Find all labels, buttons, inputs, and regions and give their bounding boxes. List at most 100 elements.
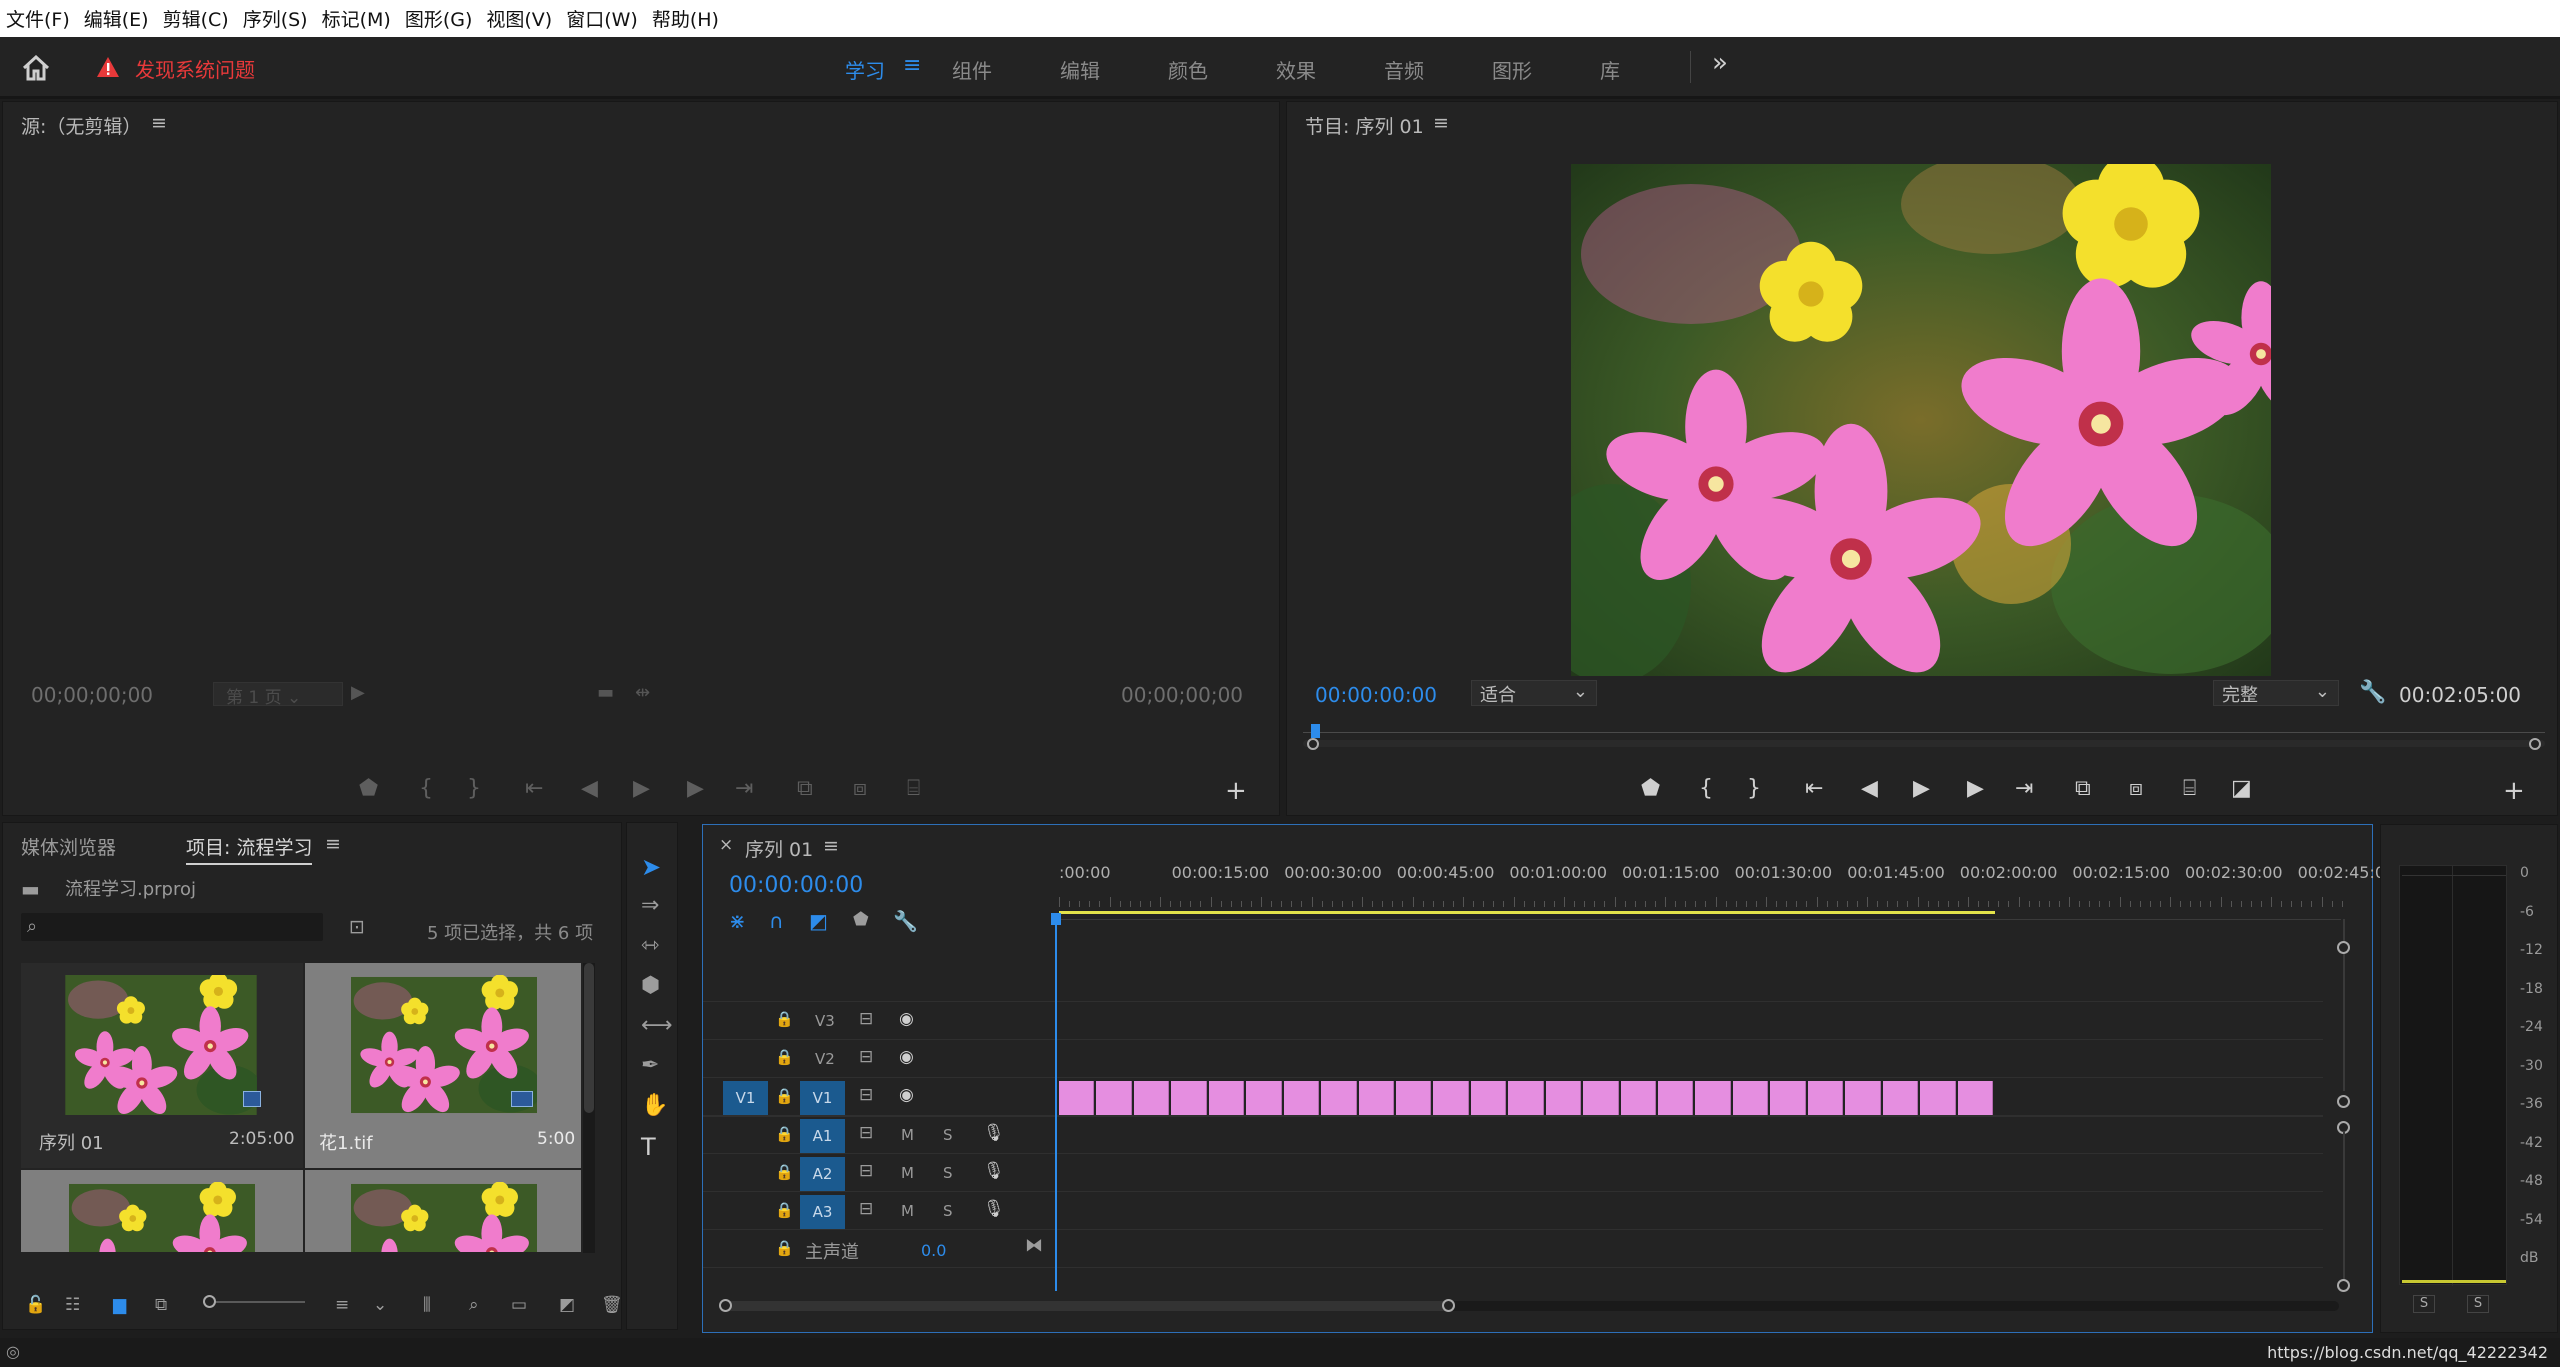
video-clip[interactable] bbox=[1845, 1081, 1881, 1115]
sync-lock-icon[interactable]: ⊟ bbox=[859, 1123, 873, 1143]
mark-out-icon[interactable]: } bbox=[1747, 778, 1761, 800]
sync-lock-icon[interactable]: ⊟ bbox=[859, 1009, 873, 1029]
selection-tool-icon[interactable]: ➤ bbox=[641, 853, 661, 881]
lock-icon[interactable]: 🔒 bbox=[775, 1125, 794, 1143]
solo-left-button[interactable]: S bbox=[2413, 1295, 2435, 1313]
find-icon[interactable]: ⌕ bbox=[469, 1295, 479, 1315]
menu-file[interactable]: 文件(F) bbox=[6, 5, 70, 32]
track-label-v3[interactable]: V3 bbox=[815, 1012, 835, 1030]
go-to-in-icon[interactable]: ⇤ bbox=[525, 778, 543, 800]
new-bin-icon[interactable]: ▭ bbox=[511, 1295, 527, 1315]
video-clip[interactable] bbox=[1583, 1081, 1619, 1115]
video-clip[interactable] bbox=[1321, 1081, 1357, 1115]
mute-button[interactable]: M bbox=[901, 1126, 914, 1144]
microphone-icon[interactable]: 🎙 bbox=[983, 1161, 1005, 1181]
video-clip[interactable] bbox=[1358, 1081, 1394, 1115]
video-clip[interactable] bbox=[1171, 1081, 1207, 1115]
tab-audio[interactable]: 音频 bbox=[1384, 55, 1424, 84]
master-volume-value[interactable]: 0.0 bbox=[921, 1241, 946, 1260]
video-clip[interactable] bbox=[1395, 1081, 1432, 1115]
zoom-slider[interactable] bbox=[203, 1295, 305, 1308]
track-target-a3[interactable]: A3 bbox=[800, 1195, 845, 1229]
home-icon[interactable] bbox=[22, 55, 50, 81]
mark-out-icon[interactable]: } bbox=[467, 778, 481, 800]
new-search-bin-icon[interactable]: ⊡ bbox=[349, 916, 365, 938]
video-clip[interactable] bbox=[1283, 1081, 1320, 1115]
panel-menu-icon[interactable]: ≡ bbox=[1433, 112, 1449, 134]
add-button-icon[interactable]: + bbox=[2503, 778, 2525, 804]
source-patch-v1[interactable]: V1 bbox=[723, 1081, 768, 1115]
video-clip[interactable] bbox=[1658, 1081, 1694, 1115]
track-label-v2[interactable]: V2 bbox=[815, 1050, 835, 1068]
playback-resolution-select[interactable]: 完整 ⌄ bbox=[2213, 680, 2339, 706]
eye-icon[interactable]: ◉ bbox=[899, 1047, 914, 1067]
scroll-handle-left[interactable] bbox=[719, 1299, 732, 1312]
menu-graphics[interactable]: 图形(G) bbox=[405, 5, 473, 32]
menu-clip[interactable]: 剪辑(C) bbox=[163, 5, 229, 32]
zoom-handle-right[interactable] bbox=[2529, 738, 2541, 750]
video-clip[interactable] bbox=[1133, 1081, 1170, 1115]
system-issue-link[interactable]: 发现系统问题 bbox=[135, 54, 255, 83]
hand-tool-icon[interactable]: ✋ bbox=[641, 1093, 668, 1118]
zoom-fit-select[interactable]: 适合 ⌄ bbox=[1471, 680, 1597, 706]
solo-button[interactable]: S bbox=[943, 1202, 953, 1220]
type-tool-icon[interactable]: T bbox=[641, 1133, 656, 1161]
video-clip[interactable] bbox=[1470, 1081, 1507, 1115]
play-icon[interactable]: ▶ bbox=[633, 778, 650, 800]
panel-menu-icon[interactable]: ≡ bbox=[823, 835, 839, 857]
wrench-icon[interactable]: 🔧 bbox=[893, 909, 918, 933]
track-select-tool-icon[interactable]: ⇒ bbox=[641, 893, 659, 918]
menu-edit[interactable]: 编辑(E) bbox=[84, 5, 149, 32]
project-item-image[interactable] bbox=[21, 1170, 303, 1252]
source-monitor-title[interactable]: 源:（无剪辑） bbox=[21, 112, 141, 139]
video-clip[interactable] bbox=[1807, 1081, 1844, 1115]
video-clip[interactable] bbox=[1508, 1081, 1544, 1115]
mark-in-icon[interactable]: { bbox=[419, 778, 433, 800]
program-zoom-bar[interactable] bbox=[1303, 740, 2545, 747]
lock-icon[interactable]: 🔓 bbox=[25, 1295, 46, 1315]
tab-learn[interactable]: 学习 bbox=[845, 55, 885, 84]
video-clip[interactable] bbox=[1732, 1081, 1769, 1115]
sync-lock-icon[interactable]: ⊟ bbox=[859, 1085, 873, 1105]
lock-icon[interactable]: 🔒 bbox=[775, 1010, 794, 1028]
lift-icon[interactable]: ⧉ bbox=[2075, 778, 2091, 800]
step-back-icon[interactable]: ◀ bbox=[1861, 778, 1878, 800]
master-go-to-icon[interactable]: ⧓ bbox=[1025, 1235, 1043, 1256]
export-frame-icon[interactable]: ⌸ bbox=[2183, 778, 2196, 800]
go-to-out-icon[interactable]: ⇥ bbox=[2015, 778, 2033, 800]
source-dropdown-icon[interactable]: ▬ bbox=[597, 684, 614, 702]
sync-lock-icon[interactable]: ⊟ bbox=[859, 1161, 873, 1181]
sync-lock-icon[interactable]: ⊟ bbox=[859, 1047, 873, 1067]
track-target-v1[interactable]: V1 bbox=[800, 1081, 845, 1115]
video-clip[interactable] bbox=[1882, 1081, 1919, 1115]
close-icon[interactable]: × bbox=[719, 835, 733, 855]
lock-icon[interactable]: 🔒 bbox=[775, 1239, 794, 1257]
go-to-in-icon[interactable]: ⇤ bbox=[1805, 778, 1823, 800]
timeline-timecode[interactable]: 00:00:00:00 bbox=[729, 873, 863, 898]
track-target-a2[interactable]: A2 bbox=[800, 1157, 845, 1191]
play-icon[interactable]: ▶ bbox=[1913, 778, 1930, 800]
microphone-icon[interactable]: 🎙 bbox=[983, 1199, 1005, 1219]
project-item-image[interactable]: 花1.tif 5:00 bbox=[305, 963, 581, 1168]
tab-color[interactable]: 颜色 bbox=[1168, 55, 1208, 84]
marker-icon[interactable]: ⬟ bbox=[1641, 778, 1660, 800]
extract-icon[interactable]: ⧈ bbox=[2129, 778, 2143, 800]
step-back-icon[interactable]: ◀ bbox=[581, 778, 598, 800]
video-clip[interactable] bbox=[1620, 1081, 1657, 1115]
icon-view-icon[interactable]: ▆ bbox=[113, 1295, 126, 1315]
audio-scroll-handle-bottom[interactable] bbox=[2337, 1279, 2350, 1292]
project-scrollbar[interactable] bbox=[583, 963, 595, 1253]
microphone-icon[interactable]: 🎙 bbox=[983, 1123, 1005, 1143]
video-clip[interactable] bbox=[1096, 1081, 1132, 1115]
freeform-view-icon[interactable]: ⧉ bbox=[155, 1295, 167, 1315]
snap-magnet-icon[interactable]: ∩ bbox=[769, 909, 784, 933]
trash-icon[interactable]: 🗑 bbox=[601, 1295, 623, 1315]
playhead-marker[interactable] bbox=[1311, 724, 1320, 738]
solo-right-button[interactable]: S bbox=[2467, 1295, 2489, 1313]
lock-icon[interactable]: 🔒 bbox=[775, 1087, 794, 1105]
eye-icon[interactable]: ◉ bbox=[899, 1085, 914, 1105]
panel-menu-icon[interactable]: ≡ bbox=[151, 112, 167, 134]
lock-icon[interactable]: 🔒 bbox=[775, 1163, 794, 1181]
nest-icon[interactable]: ⋇ bbox=[729, 909, 746, 933]
lock-icon[interactable]: 🔒 bbox=[775, 1048, 794, 1066]
